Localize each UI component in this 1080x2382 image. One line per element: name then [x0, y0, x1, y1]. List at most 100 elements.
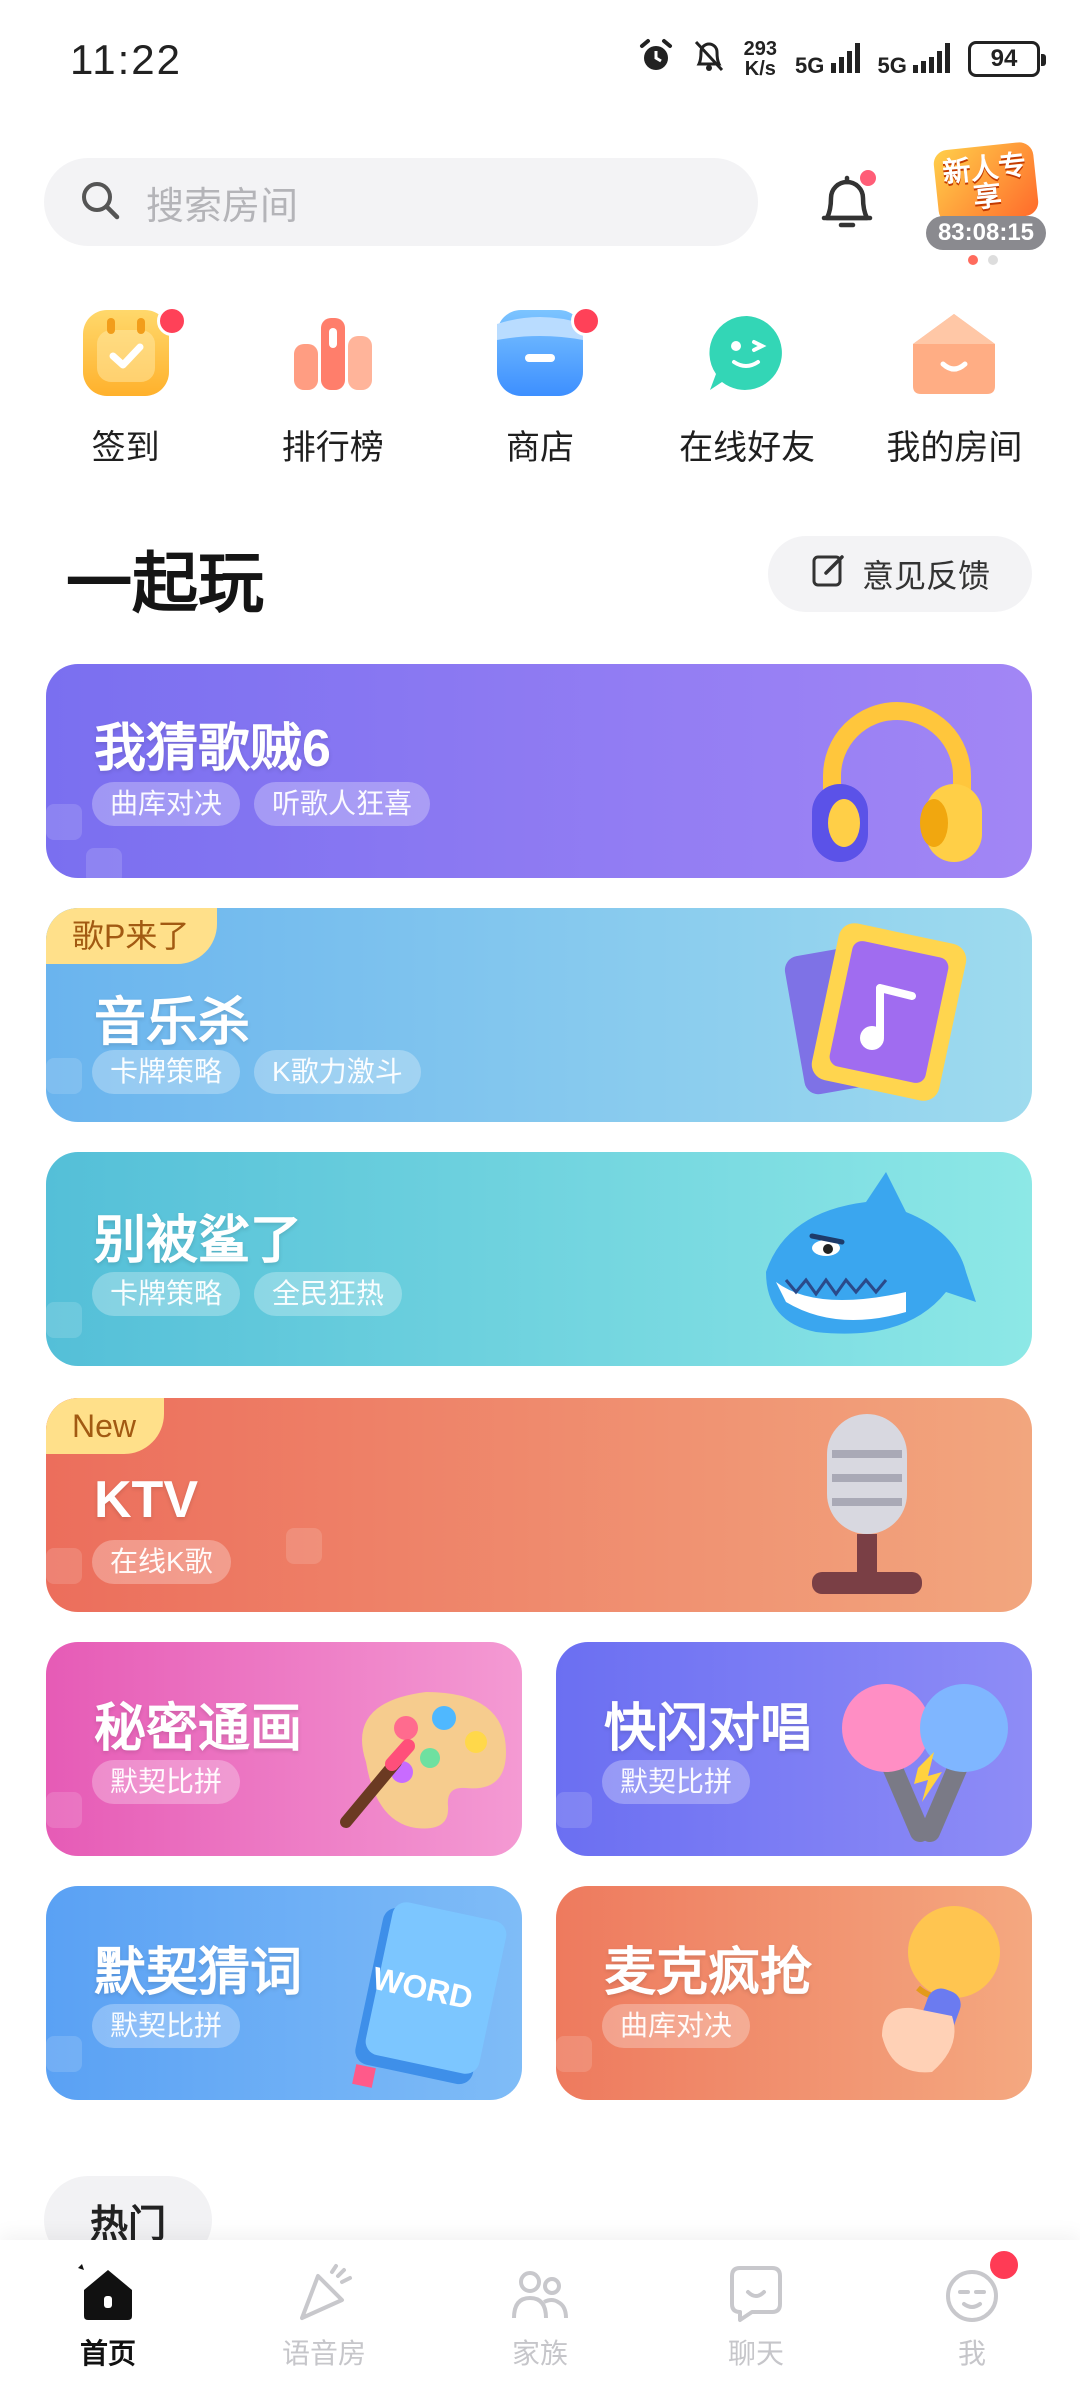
game-card-music-kill[interactable]: 歌P来了 音乐杀 卡牌策略 K歌力激斗	[46, 908, 1032, 1122]
game-card-guess-word[interactable]: 默契猜词 默契比拼 WORD	[46, 1886, 522, 2100]
quick-nav-shop[interactable]: 商店	[455, 306, 625, 469]
promo-timer: 83:08:15	[926, 216, 1046, 250]
calendar-check-icon	[82, 310, 169, 396]
game-tag: 在线K歌	[92, 1540, 231, 1584]
pager-dot-active	[968, 255, 978, 265]
feedback-label: 意见反馈	[861, 558, 990, 594]
search-placeholder: 搜索房间	[146, 185, 299, 228]
promo-pager	[968, 255, 998, 265]
decor-square	[46, 1058, 82, 1094]
ranking-icon	[290, 310, 376, 396]
notification-button[interactable]	[812, 166, 882, 236]
decor-square	[46, 804, 82, 840]
tab-label: 聊天	[727, 2338, 784, 2369]
network-1-label: 5G	[795, 52, 825, 78]
decor-square	[286, 1528, 322, 1564]
game-tags: 默契比拼	[92, 2004, 241, 2048]
quick-nav-my-room[interactable]: 我的房间	[869, 310, 1039, 469]
signal-icon	[830, 39, 860, 73]
tab-home[interactable]: 首页	[33, 2262, 183, 2382]
shop-icon	[496, 310, 583, 396]
game-card-guess-song[interactable]: 我猜歌贼6 曲库对决 听歌人狂喜	[46, 664, 1032, 878]
family-icon	[508, 2262, 572, 2326]
notification-dot	[860, 170, 876, 186]
game-tags: 卡牌策略 全民狂热	[92, 1272, 403, 1316]
section-title: 一起玩	[66, 546, 264, 620]
quick-nav-label: 我的房间	[886, 429, 1023, 467]
game-name: 秘密通画	[94, 1700, 303, 1758]
hand-mic-icon	[862, 1896, 1012, 2100]
game-tag: 曲库对决	[602, 2004, 751, 2048]
battery-level: 94	[990, 44, 1018, 72]
game-tag: 卡牌策略	[92, 1272, 241, 1316]
tab-me[interactable]: 我	[897, 2248, 1047, 2382]
tab-label: 我	[957, 2338, 986, 2369]
game-tags: 默契比拼	[602, 1760, 751, 1804]
palette-icon	[336, 1672, 516, 1847]
decor-square	[46, 1548, 82, 1584]
signal-icon	[913, 39, 950, 73]
speed-value: 293	[743, 37, 778, 60]
game-name: 快闪对唱	[604, 1700, 813, 1758]
bell-icon	[812, 175, 882, 240]
game-ribbon: New	[46, 1398, 165, 1454]
tab-family[interactable]: 家族	[465, 2262, 615, 2382]
quick-nav-ranking[interactable]: 排行榜	[248, 310, 418, 469]
quick-nav-checkin[interactable]: 签到	[41, 306, 211, 469]
game-name: 音乐杀	[94, 994, 251, 1052]
double-mic-icon	[830, 1672, 1020, 1856]
alarm-icon	[638, 38, 674, 79]
search-icon	[78, 178, 122, 227]
search-input[interactable]: 搜索房间	[44, 158, 758, 246]
game-card-mic-grab[interactable]: 麦克疯抢 曲库对决	[556, 1886, 1032, 2100]
house-icon	[911, 310, 997, 396]
decor-square	[556, 2036, 592, 2072]
game-ribbon: 歌P来了	[46, 908, 218, 964]
game-name: 麦克疯抢	[604, 1944, 813, 2002]
game-card-ktv[interactable]: New KTV 在线K歌	[46, 1398, 1032, 1612]
game-tag: 默契比拼	[92, 1760, 241, 1804]
decor-square	[46, 2036, 82, 2072]
decor-square	[46, 1792, 82, 1828]
decor-square	[86, 848, 122, 878]
status-time: 11:22	[70, 36, 182, 83]
music-card-icon	[784, 918, 974, 1113]
me-badge	[987, 2248, 1021, 2282]
promo-art: 新人专享	[932, 140, 1040, 226]
feedback-button[interactable]: 意见反馈	[768, 536, 1032, 612]
newbie-promo-banner[interactable]: 新人专享 83:08:15	[926, 140, 1046, 250]
tab-label: 首页	[79, 2338, 136, 2369]
quick-nav: 签到 排行榜 商店 在线好友 我的房间	[0, 306, 1080, 469]
game-tag: 默契比拼	[602, 1760, 751, 1804]
shark-icon	[756, 1162, 976, 1366]
battery-icon: 94	[968, 40, 1046, 77]
microphone-icon	[802, 1408, 932, 1612]
shop-badge	[570, 306, 601, 336]
game-name: KTV	[94, 1471, 198, 1529]
game-tag: 默契比拼	[92, 2004, 241, 2048]
game-card-flash-duet[interactable]: 快闪对唱 默契比拼	[556, 1642, 1032, 1856]
quick-nav-online-friends[interactable]: 在线好友	[662, 310, 832, 469]
home-icon	[76, 2262, 140, 2326]
network-1: 5G	[795, 39, 860, 79]
game-tag: 听歌人狂喜	[254, 782, 431, 826]
decor-square	[46, 1302, 82, 1338]
game-tag: 卡牌策略	[92, 1050, 241, 1094]
net-speed: 293 K/s	[744, 39, 777, 79]
game-tags: 卡牌策略 K歌力激斗	[92, 1050, 421, 1094]
tab-label: 语音房	[281, 2338, 366, 2369]
edit-icon	[810, 551, 848, 597]
mute-bell-icon	[692, 38, 726, 79]
tab-voice-room[interactable]: 语音房	[249, 2262, 399, 2382]
decor-square	[556, 1792, 592, 1828]
game-card-shark[interactable]: 别被鲨了 卡牌策略 全民狂热	[46, 1152, 1032, 1366]
status-icons: 293 K/s 5G 5G 94	[638, 38, 1046, 79]
game-tag: 全民狂热	[254, 1272, 403, 1316]
tab-chat[interactable]: 聊天	[681, 2262, 831, 2382]
status-bar: 11:22 293 K/s 5G 5G 94	[0, 0, 1080, 130]
quick-nav-label: 商店	[505, 429, 574, 467]
game-name: 默契猜词	[94, 1944, 303, 2002]
game-tags: 曲库对决 听歌人狂喜	[92, 782, 431, 826]
game-name: 别被鲨了	[94, 1212, 303, 1270]
game-card-secret-draw[interactable]: 秘密通画 默契比拼	[46, 1642, 522, 1856]
